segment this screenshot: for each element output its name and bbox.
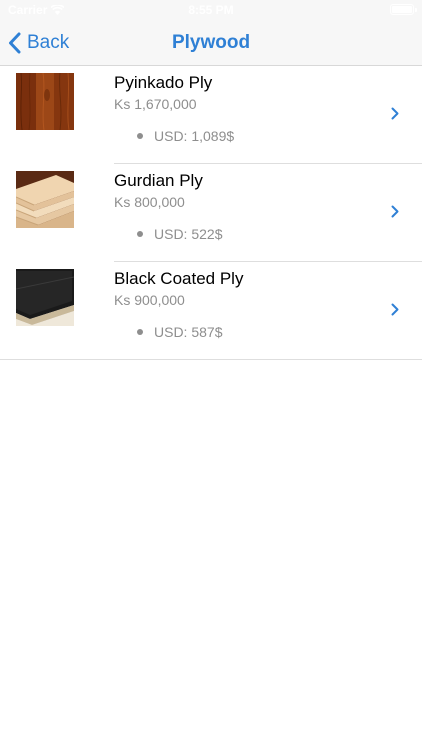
product-name: Gurdian Ply bbox=[114, 171, 203, 190]
product-list: Pyinkado Ply Ks 1,670,000 USD: 1,089$ Gu… bbox=[0, 66, 422, 360]
navigation-bar: Back Plywood bbox=[0, 20, 422, 66]
chevron-right-icon bbox=[391, 205, 399, 218]
usd-price-line: USD: 522$ bbox=[137, 226, 222, 242]
chevron-right-icon bbox=[391, 107, 399, 120]
product-name: Pyinkado Ply bbox=[114, 73, 213, 92]
list-item[interactable]: Pyinkado Ply Ks 1,670,000 USD: 1,089$ bbox=[0, 66, 422, 164]
wood-grain-thumbnail bbox=[16, 73, 74, 130]
product-price: Ks 900,000 bbox=[114, 292, 185, 308]
back-button[interactable]: Back bbox=[8, 20, 69, 66]
list-item[interactable]: Gurdian Ply Ks 800,000 USD: 522$ bbox=[0, 164, 422, 262]
status-bar: Carrier 8:55 PM bbox=[0, 0, 422, 20]
list-item[interactable]: Black Coated Ply Ks 900,000 USD: 587$ bbox=[0, 262, 422, 360]
status-time: 8:55 PM bbox=[188, 3, 234, 17]
usd-price-line: USD: 587$ bbox=[137, 324, 222, 340]
product-usd-price: USD: 587$ bbox=[154, 324, 223, 340]
bullet-icon bbox=[137, 329, 143, 335]
bullet-icon bbox=[137, 231, 143, 237]
product-usd-price: USD: 522$ bbox=[154, 226, 223, 242]
row-separator bbox=[0, 359, 422, 360]
battery-icon bbox=[390, 4, 417, 15]
screen: Carrier 8:55 PM Back Plywood Pyinkado Pl… bbox=[0, 0, 422, 750]
chevron-right-icon bbox=[391, 303, 399, 316]
product-usd-price: USD: 1,089$ bbox=[154, 128, 235, 144]
plywood-stack-thumbnail bbox=[16, 171, 74, 228]
black-coated-board-thumbnail bbox=[16, 269, 74, 326]
usd-price-line: USD: 1,089$ bbox=[137, 128, 234, 144]
bullet-icon bbox=[137, 133, 143, 139]
chevron-left-icon bbox=[9, 32, 21, 54]
product-price: Ks 1,670,000 bbox=[114, 96, 197, 112]
product-name: Black Coated Ply bbox=[114, 269, 244, 288]
back-label: Back bbox=[27, 32, 70, 53]
product-price: Ks 800,000 bbox=[114, 194, 185, 210]
